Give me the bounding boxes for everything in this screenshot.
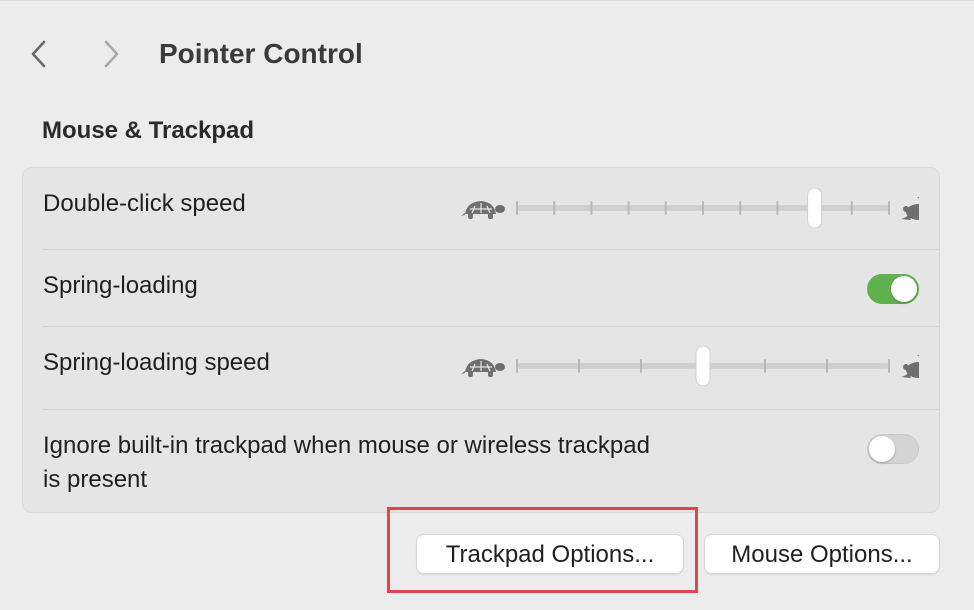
slider-tick (516, 359, 518, 373)
ignore-builtin-trackpad-row: Ignore built-in trackpad when mouse or w… (23, 410, 939, 512)
slider-tick (516, 201, 518, 215)
toolbar: Pointer Control (0, 1, 974, 101)
slider-tick (702, 201, 704, 215)
back-button[interactable] (24, 35, 54, 73)
settings-panel: Double-click speed Spring-loading Spring… (22, 167, 940, 513)
slider-tick (776, 201, 779, 215)
toggle-knob (869, 436, 895, 462)
slider-knob[interactable] (695, 346, 711, 386)
ignore-builtin-trackpad-label-line2: is present (43, 466, 148, 493)
slider-tick (888, 201, 890, 215)
double-click-speed-row: Double-click speed (23, 168, 939, 249)
slider-tick (664, 201, 667, 215)
forward-button[interactable] (96, 35, 126, 73)
mouse-options-button[interactable]: Mouse Options... (704, 534, 940, 574)
toggle-knob (891, 276, 917, 302)
slider-tick (590, 201, 593, 215)
spring-loading-speed-label: Spring-loading speed (43, 349, 270, 376)
slider-tick (739, 201, 742, 215)
ignore-builtin-trackpad-toggle[interactable] (867, 434, 919, 464)
section-title: Mouse & Trackpad (42, 117, 255, 144)
rabbit-icon (901, 355, 919, 378)
rabbit-icon (901, 197, 919, 220)
double-click-speed-label: Double-click speed (43, 190, 246, 217)
slider-knob[interactable] (807, 188, 823, 228)
chevron-right-icon (104, 40, 119, 68)
spring-loading-speed-slider[interactable] (439, 346, 919, 386)
highlight-annotation (387, 507, 698, 593)
slider-tick (888, 359, 890, 373)
spring-loading-toggle[interactable] (867, 274, 919, 304)
slider-tick (850, 201, 853, 215)
double-click-speed-slider[interactable] (439, 188, 919, 228)
chevron-left-icon (31, 40, 46, 68)
slider-tick (826, 359, 828, 373)
spring-loading-row: Spring-loading (23, 250, 939, 326)
page-title: Pointer Control (159, 38, 363, 69)
slider-tick (627, 201, 630, 215)
turtle-icon (461, 359, 505, 377)
slider-tick (578, 359, 580, 373)
ignore-builtin-trackpad-label-line1: Ignore built-in trackpad when mouse or w… (43, 432, 650, 459)
spring-loading-speed-row: Spring-loading speed (23, 327, 939, 409)
slider-tick (764, 359, 766, 373)
turtle-icon (461, 201, 505, 219)
spring-loading-label: Spring-loading (43, 272, 198, 299)
pointer-control-window: Pointer Control Mouse & Trackpad Double-… (0, 0, 974, 610)
slider-tick (640, 359, 642, 373)
slider-tick (553, 201, 556, 215)
